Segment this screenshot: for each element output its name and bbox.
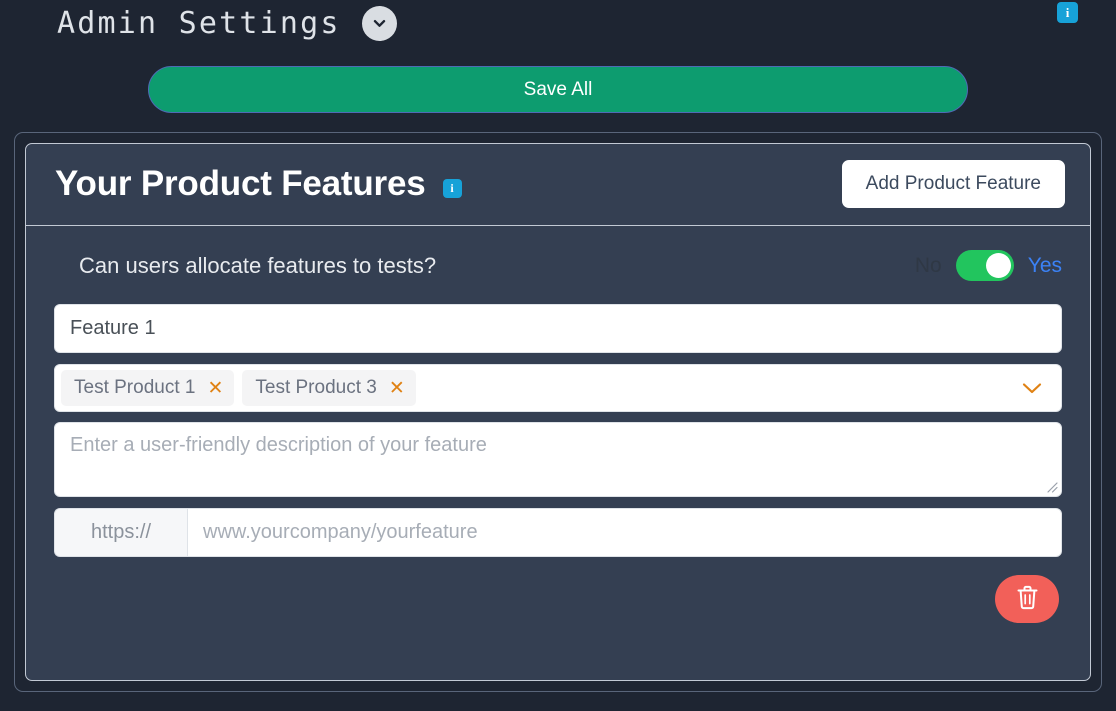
products-multiselect[interactable]: Test Product 1 ✕ Test Product 3 ✕ [54,364,1062,412]
close-icon[interactable]: ✕ [389,379,405,398]
feature-url-input[interactable] [187,508,1062,557]
close-icon[interactable]: ✕ [207,379,223,398]
allocate-features-toggle-row: Can users allocate features to tests? No… [51,250,1065,281]
card-title-group: Your Product Features i [55,165,462,204]
features-panel: Your Product Features i Add Product Feat… [14,132,1102,692]
switch-knob [986,253,1011,278]
card-body: Can users allocate features to tests? No… [26,226,1090,623]
page-title: Admin Settings [57,9,341,39]
toggle-question-label: Can users allocate features to tests? [79,253,436,279]
toggle-on-label: Yes [1028,254,1062,278]
delete-feature-button[interactable] [995,575,1059,623]
card-header: Your Product Features i Add Product Feat… [26,144,1090,226]
feature-fields: Test Product 1 ✕ Test Product 3 ✕ [51,304,1065,623]
selected-products-tags: Test Product 1 ✕ Test Product 3 ✕ [61,370,1021,406]
add-product-feature-button[interactable]: Add Product Feature [842,160,1065,208]
toggle-off-label: No [915,254,942,278]
chevron-down-icon [371,15,388,32]
product-tag-label: Test Product 1 [74,377,195,399]
delete-feature-row [54,575,1062,623]
toggle-group: No Yes [915,250,1062,281]
info-icon[interactable]: i [1057,2,1078,23]
url-protocol-addon: https:// [54,508,187,557]
save-all-button[interactable]: Save All [148,66,968,113]
chevron-down-icon[interactable] [1021,381,1043,395]
feature-url-group: https:// [54,508,1062,557]
product-tag-label: Test Product 3 [255,377,376,399]
expand-settings-button[interactable] [362,6,397,41]
save-all-container: Save All [0,47,1116,113]
feature-name-input[interactable] [54,304,1062,353]
product-tag[interactable]: Test Product 1 ✕ [61,370,234,406]
trash-icon [1015,584,1040,614]
product-tag[interactable]: Test Product 3 ✕ [242,370,415,406]
feature-description-wrapper [54,422,1062,497]
top-bar: Admin Settings i [0,0,1116,47]
card-title: Your Product Features [55,165,426,204]
allocate-features-switch[interactable] [956,250,1014,281]
info-icon[interactable]: i [443,179,462,198]
feature-description-textarea[interactable] [54,422,1062,497]
product-features-card: Your Product Features i Add Product Feat… [25,143,1091,681]
